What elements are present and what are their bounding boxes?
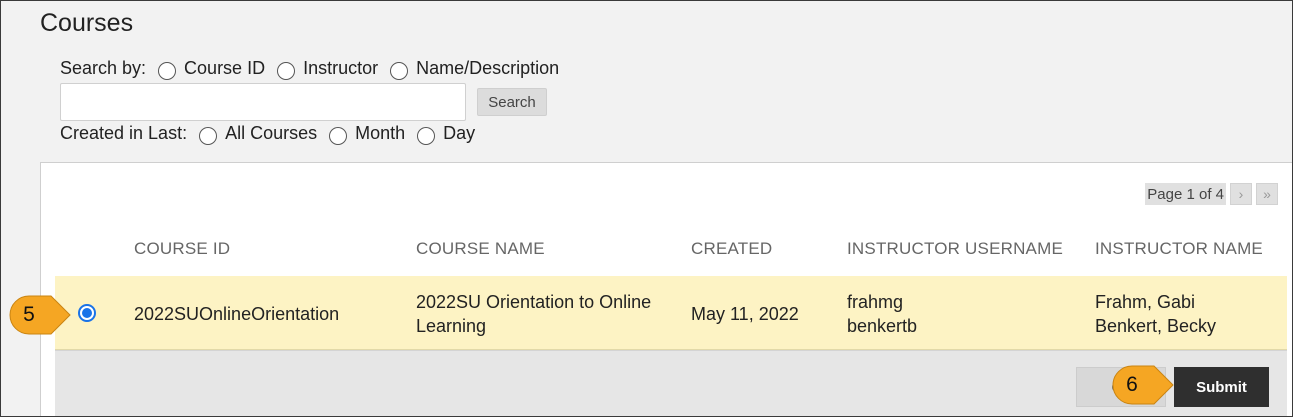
submit-button[interactable]: Submit <box>1174 367 1269 407</box>
page-title: Courses <box>40 9 134 37</box>
step-callout-5: 5 <box>9 295 71 335</box>
radio-instructor[interactable] <box>277 61 296 80</box>
form-footer: Ca Submit <box>55 350 1287 416</box>
created-in-last-row: Created in Last: All Courses Month Day <box>60 123 475 145</box>
cell-name-1: Frahm, Gabi <box>1095 292 1196 312</box>
cell-username-1: frahmg <box>847 292 904 312</box>
cell-course-id: 2022SUOnlineOrientation <box>134 304 340 324</box>
radio-day-label[interactable]: Day <box>443 123 475 144</box>
radio-name-description-label[interactable]: Name/Description <box>416 58 559 79</box>
cell-course-name-line1: 2022SU Orientation to Online <box>416 292 652 312</box>
radio-month-label[interactable]: Month <box>355 123 405 144</box>
cell-username-2: benkertb <box>847 316 918 336</box>
courses-panel: Courses Search by: Course ID Instructor … <box>0 0 1293 417</box>
callout-6-number: 6 <box>1126 373 1138 396</box>
col-header-course-name[interactable]: COURSE NAME <box>416 239 545 259</box>
radio-all-courses[interactable] <box>199 126 218 145</box>
pagination: Page 1 of 4 › » <box>1145 183 1278 205</box>
radio-month[interactable] <box>329 126 348 145</box>
created-in-last-label: Created in Last: <box>60 123 188 143</box>
results-table: Page 1 of 4 › » COURSE ID COURSE NAME CR… <box>40 162 1292 416</box>
col-header-instructor-name[interactable]: INSTRUCTOR NAME <box>1095 239 1263 259</box>
radio-name-description[interactable] <box>390 61 409 80</box>
step-callout-6: 6 <box>1112 365 1174 405</box>
radio-day[interactable] <box>417 126 436 145</box>
page-indicator: Page 1 of 4 <box>1145 183 1226 205</box>
radio-all-courses-label[interactable]: All Courses <box>225 123 317 144</box>
search-input[interactable] <box>60 83 466 121</box>
radio-course-id-label[interactable]: Course ID <box>184 58 265 79</box>
radio-instructor-label[interactable]: Instructor <box>303 58 378 79</box>
cell-name-2: Benkert, Becky <box>1095 316 1217 336</box>
col-header-course-id[interactable]: COURSE ID <box>134 239 230 259</box>
table-row[interactable]: 2022SUOnlineOrientation 2022SU Orientati… <box>55 276 1287 350</box>
search-button[interactable]: Search <box>477 88 547 116</box>
cell-course-name-line2: Learning <box>416 316 487 336</box>
chevron-right-icon[interactable]: › <box>1230 183 1252 205</box>
radio-course-id[interactable] <box>158 61 177 80</box>
col-header-created[interactable]: CREATED <box>691 239 772 259</box>
cell-created: May 11, 2022 <box>691 304 799 324</box>
callout-5-number: 5 <box>23 303 35 326</box>
double-chevron-right-icon[interactable]: » <box>1256 183 1278 205</box>
col-header-instructor-username[interactable]: INSTRUCTOR USERNAME <box>847 239 1063 259</box>
search-by-label: Search by: <box>60 58 147 78</box>
search-by-row: Search by: Course ID Instructor Name/Des… <box>60 58 559 80</box>
row-select-radio[interactable] <box>78 304 96 322</box>
